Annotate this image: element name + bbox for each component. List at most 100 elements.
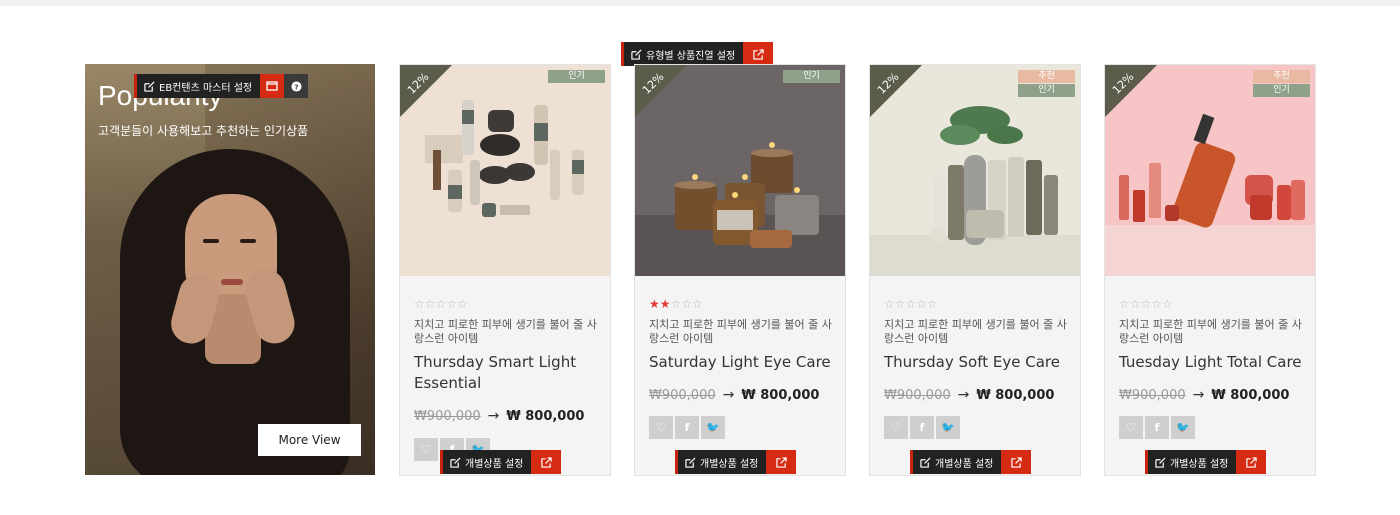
item-setting-open-button[interactable] <box>766 450 797 474</box>
product-image[interactable]: 12% 추천 인기 <box>1105 65 1315 276</box>
rating-stars: ☆☆☆☆☆ <box>1119 297 1173 311</box>
product-image[interactable]: 12% 추천 인기 <box>870 65 1080 276</box>
item-setting-toolbar: 개별상품 설정 <box>440 450 562 474</box>
price-row: ₩900,000 → ₩ 800,000 <box>414 408 584 424</box>
badge-group: 인기 <box>548 70 605 83</box>
help-button[interactable]: ? <box>284 74 309 98</box>
product-description: 지치고 피로한 피부에 생기를 불어 줄 사랑스런 아이템 <box>884 318 1067 345</box>
discount-ribbon-wrap: 12% <box>1105 65 1165 125</box>
discount-label: 12% <box>1109 70 1137 97</box>
item-setting-label: 개별상품 설정 <box>465 458 524 470</box>
discount-label: 12% <box>404 70 432 97</box>
product-description: 지치고 피로한 피부에 생기를 불어 줄 사랑스런 아이템 <box>1119 318 1302 345</box>
price-sale: ₩ 800,000 <box>506 408 585 424</box>
badge-popular: 인기 <box>548 70 605 83</box>
badge-recommend: 추천 <box>1018 70 1075 83</box>
price-sale: ₩ 800,000 <box>1211 387 1290 403</box>
window-icon <box>266 81 278 91</box>
badge-popular: 인기 <box>1253 84 1310 97</box>
price-row: ₩900,000 → ₩ 800,000 <box>1119 387 1289 403</box>
item-setting-button[interactable]: 개별상품 설정 <box>440 450 532 474</box>
external-link-icon <box>752 48 764 60</box>
product-description: 지치고 피로한 피부에 생기를 불어 줄 사랑스런 아이템 <box>649 318 832 345</box>
discount-ribbon-wrap: 12% <box>635 65 695 125</box>
arrow-right-icon: → <box>957 387 970 403</box>
heart-icon[interactable]: ♡ <box>649 416 673 439</box>
star-filled-icon: ★★ <box>649 297 671 311</box>
twitter-icon[interactable]: 🐦 <box>936 416 960 439</box>
item-setting-button[interactable]: 개별상품 설정 <box>675 450 767 474</box>
item-setting-button[interactable]: 개별상품 설정 <box>1145 450 1237 474</box>
social-buttons: ♡ f 🐦 <box>884 416 960 439</box>
product-image[interactable]: 12% 인기 <box>635 65 845 276</box>
badge-popular: 인기 <box>783 70 840 83</box>
item-setting-button[interactable]: 개별상품 설정 <box>910 450 1002 474</box>
product-card[interactable]: 12% 추천 인기 ☆☆☆☆☆ 지치고 피로한 피부에 생기를 불어 줄 사랑스… <box>869 64 1081 476</box>
item-setting-open-button[interactable] <box>1236 450 1267 474</box>
facebook-icon[interactable]: f <box>910 416 934 439</box>
product-name[interactable]: Tuesday Light Total Care <box>1119 352 1304 373</box>
price-original: ₩900,000 <box>1119 387 1186 403</box>
external-link-icon <box>1011 456 1022 468</box>
twitter-icon[interactable]: 🐦 <box>1171 416 1195 439</box>
price-original: ₩900,000 <box>414 408 481 424</box>
twitter-icon[interactable]: 🐦 <box>701 416 725 439</box>
rating-stars: ★★☆☆☆ <box>649 297 703 311</box>
master-setting-toolbar: EB컨텐츠 마스터 설정 ? <box>134 74 309 98</box>
heart-icon[interactable]: ♡ <box>414 438 438 461</box>
price-row: ₩900,000 → ₩ 800,000 <box>884 387 1054 403</box>
edit-icon <box>631 48 642 60</box>
product-card[interactable]: 12% 추천 인기 ☆☆☆☆☆ 지치고 피로한 피부에 생기를 불어 줄 사랑스… <box>1104 64 1316 476</box>
discount-label: 12% <box>639 70 667 97</box>
heart-icon[interactable]: ♡ <box>1119 416 1143 439</box>
badge-group: 추천 인기 <box>1253 70 1310 97</box>
price-sale: ₩ 800,000 <box>976 387 1055 403</box>
item-setting-label: 개별상품 설정 <box>935 458 994 470</box>
item-setting-open-button[interactable] <box>531 450 562 474</box>
product-card[interactable]: 12% 인기 ★★☆☆☆ 지치고 피로한 피부에 생기를 불어 줄 사랑스런 아… <box>634 64 846 476</box>
external-link-icon <box>776 456 787 468</box>
badge-group: 인기 <box>783 70 840 83</box>
question-icon: ? <box>291 80 302 92</box>
edit-icon <box>1155 456 1166 468</box>
product-name[interactable]: Saturday Light Eye Care <box>649 352 834 373</box>
item-setting-open-button[interactable] <box>1001 450 1032 474</box>
hero-model-lips <box>221 279 243 285</box>
type-setting-label: 유형별 상품진열 설정 <box>646 50 736 62</box>
facebook-icon[interactable]: f <box>675 416 699 439</box>
rating-stars: ☆☆☆☆☆ <box>414 297 468 311</box>
discount-ribbon-wrap: 12% <box>870 65 930 125</box>
discount-ribbon-wrap: 12% <box>400 65 460 125</box>
hero-model-eye <box>240 239 256 243</box>
social-buttons: ♡ f 🐦 <box>1119 416 1195 439</box>
product-image[interactable]: 12% 인기 <box>400 65 610 276</box>
price-original: ₩900,000 <box>649 387 716 403</box>
hero-banner: Popularity 고객분들이 사용해보고 추천하는 인기상품 More Vi… <box>85 64 375 475</box>
item-setting-toolbar: 개별상품 설정 <box>675 450 797 474</box>
type-setting-toolbar: 유형별 상품진열 설정 <box>621 42 774 66</box>
master-setting-button[interactable]: EB컨텐츠 마스터 설정 <box>134 74 261 98</box>
heart-icon[interactable]: ♡ <box>884 416 908 439</box>
edit-icon <box>920 456 931 468</box>
product-name[interactable]: Thursday Soft Eye Care <box>884 352 1069 373</box>
social-buttons: ♡ f 🐦 <box>649 416 725 439</box>
item-setting-label: 개별상품 설정 <box>1170 458 1229 470</box>
price-row: ₩900,000 → ₩ 800,000 <box>649 387 819 403</box>
product-name[interactable]: Thursday Smart Light Essential <box>414 352 599 394</box>
rating-stars: ☆☆☆☆☆ <box>884 297 938 311</box>
hero-model-eye <box>203 239 219 243</box>
facebook-icon[interactable]: f <box>1145 416 1169 439</box>
item-setting-label: 개별상품 설정 <box>700 458 759 470</box>
top-strip <box>0 0 1400 6</box>
type-setting-button[interactable]: 유형별 상품진열 설정 <box>621 42 744 66</box>
more-view-button[interactable]: More View <box>258 424 361 456</box>
discount-label: 12% <box>874 70 902 97</box>
edit-icon <box>450 456 461 468</box>
window-toggle-button[interactable] <box>260 74 285 98</box>
external-link-icon <box>541 456 552 468</box>
badge-recommend: 추천 <box>1253 70 1310 83</box>
type-setting-open-button[interactable] <box>743 42 774 66</box>
badge-group: 추천 인기 <box>1018 70 1075 97</box>
edit-icon <box>685 456 696 468</box>
product-card[interactable]: 12% 인기 ☆☆☆☆☆ 지치고 피로한 피부에 생기를 불어 줄 사랑스런 아… <box>399 64 611 476</box>
